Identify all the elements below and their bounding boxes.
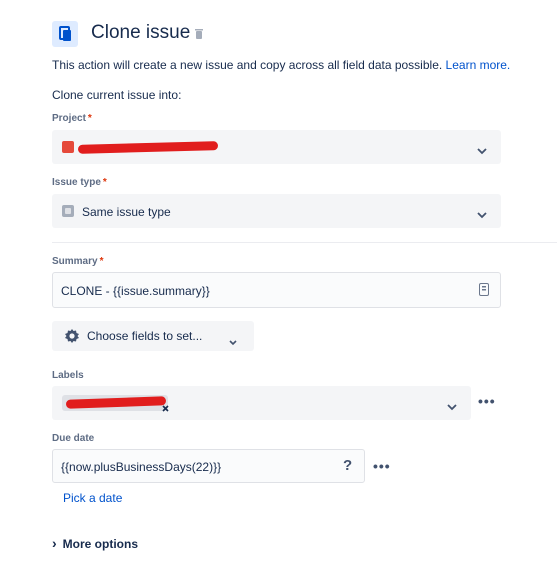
summary-label: Summary * — [52, 256, 103, 267]
trash-icon[interactable] — [194, 27, 204, 45]
due-date-input[interactable]: {{now.plusBusinessDays(22)}} ? — [52, 449, 365, 483]
summary-value: CLONE - {{issue.summary}} — [61, 284, 210, 298]
issue-type-value: Same issue type — [82, 205, 171, 219]
pick-date-link[interactable]: Pick a date — [63, 491, 122, 505]
page-title: Clone issue — [91, 22, 191, 43]
more-options-label: More options — [62, 537, 138, 551]
issue-type-select[interactable]: Same issue type — [52, 194, 501, 228]
remove-tag-icon[interactable] — [162, 399, 169, 417]
issue-type-label: Issue type * — [52, 177, 107, 188]
action-description: This action will create a new issue and … — [52, 58, 510, 72]
due-date-label: Due date — [52, 433, 95, 444]
project-select[interactable] — [52, 130, 501, 164]
labels-label: Labels — [52, 370, 84, 381]
help-icon[interactable]: ? — [343, 457, 352, 474]
choose-fields-label: Choose fields to set... — [87, 329, 203, 343]
learn-more-link[interactable]: Learn more. — [446, 58, 511, 72]
labels-select[interactable] — [52, 386, 471, 420]
gear-icon — [64, 328, 80, 349]
required-marker: * — [99, 256, 104, 267]
chevron-down-icon — [477, 206, 487, 224]
chevron-down-icon — [447, 398, 457, 416]
due-date-more-actions-button[interactable]: ••• — [373, 458, 391, 474]
project-label-text: Project — [52, 113, 86, 124]
description-text: This action will create a new issue and … — [52, 58, 443, 72]
summary-label-text: Summary — [52, 256, 98, 267]
due-date-value: {{now.plusBusinessDays(22)}} — [61, 460, 222, 474]
issue-type-icon — [62, 205, 74, 217]
more-options-toggle[interactable]: › More options — [52, 535, 138, 551]
chevron-down-icon — [229, 333, 237, 351]
chevron-right-icon: › — [52, 535, 57, 551]
project-label: Project * — [52, 113, 92, 124]
choose-fields-button[interactable]: Choose fields to set... — [52, 321, 254, 351]
smart-value-icon[interactable] — [479, 283, 489, 301]
required-marker: * — [87, 113, 92, 124]
clone-into-label: Clone current issue into: — [52, 88, 182, 102]
labels-more-actions-button[interactable]: ••• — [478, 393, 496, 409]
summary-input[interactable]: CLONE - {{issue.summary}} — [52, 272, 501, 308]
required-marker: * — [102, 177, 107, 188]
chevron-down-icon — [477, 142, 487, 160]
project-avatar-icon — [62, 141, 74, 153]
redacted-project-name — [77, 141, 219, 154]
issue-type-label-text: Issue type — [52, 177, 101, 188]
section-divider — [52, 242, 557, 243]
clone-icon — [52, 21, 78, 47]
